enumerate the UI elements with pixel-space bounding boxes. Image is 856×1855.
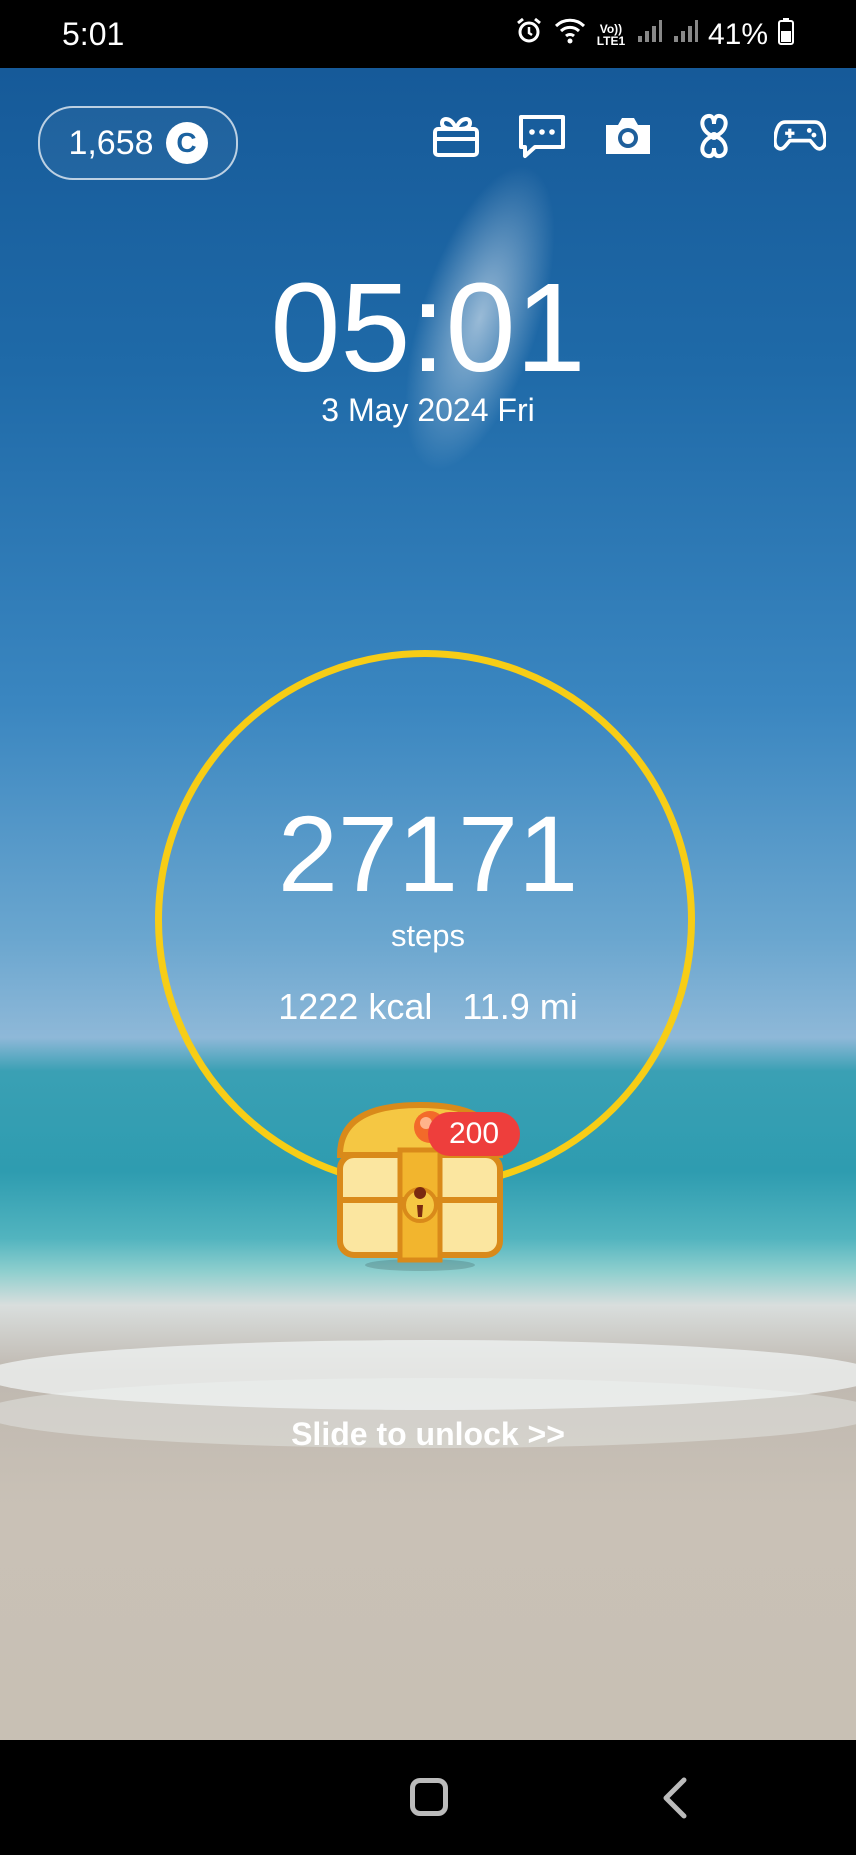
gamepad-icon[interactable] [774, 110, 826, 162]
coin-icon: C [165, 122, 208, 164]
clover-icon[interactable] [688, 110, 740, 162]
battery-percent: 41% [707, 18, 768, 51]
battery-icon [778, 17, 794, 53]
signal-icon [636, 18, 662, 52]
signal-icon-2 [672, 18, 698, 52]
reward-badge: 200 [428, 1112, 520, 1156]
volte-icon: Vo)) LTE1 [596, 22, 626, 48]
lockscreen-clock: 05:01 [270, 257, 586, 398]
activity-stats: 1222 kcal 11.9 mi [0, 986, 856, 1028]
status-bar: 5:01 Vo)) LTE1 41% [0, 0, 856, 68]
coin-amount: 1,658 [68, 123, 154, 162]
camera-icon[interactable] [602, 110, 654, 162]
status-icons: Vo)) LTE1 41% [514, 16, 794, 54]
top-toolbar [430, 110, 826, 162]
home-button[interactable] [410, 1778, 448, 1816]
distance-value: 11.9 mi [462, 986, 578, 1027]
alarm-icon [514, 16, 544, 54]
lockscreen-date: 3 May 2024 Fri [321, 392, 535, 428]
slide-to-unlock[interactable]: Slide to unlock >> [0, 1416, 856, 1453]
back-button[interactable] [650, 1770, 700, 1826]
steps-label: steps [390, 918, 466, 953]
status-time: 5:01 [62, 16, 125, 52]
coin-balance-button[interactable]: 1,658 C [38, 106, 238, 180]
calories-value: 1222 kcal [278, 986, 433, 1027]
gift-icon[interactable] [430, 110, 482, 162]
wifi-icon [554, 17, 586, 53]
navigation-bar [0, 1740, 856, 1855]
chat-icon[interactable] [516, 110, 568, 162]
steps-count: 27171 [277, 793, 579, 914]
